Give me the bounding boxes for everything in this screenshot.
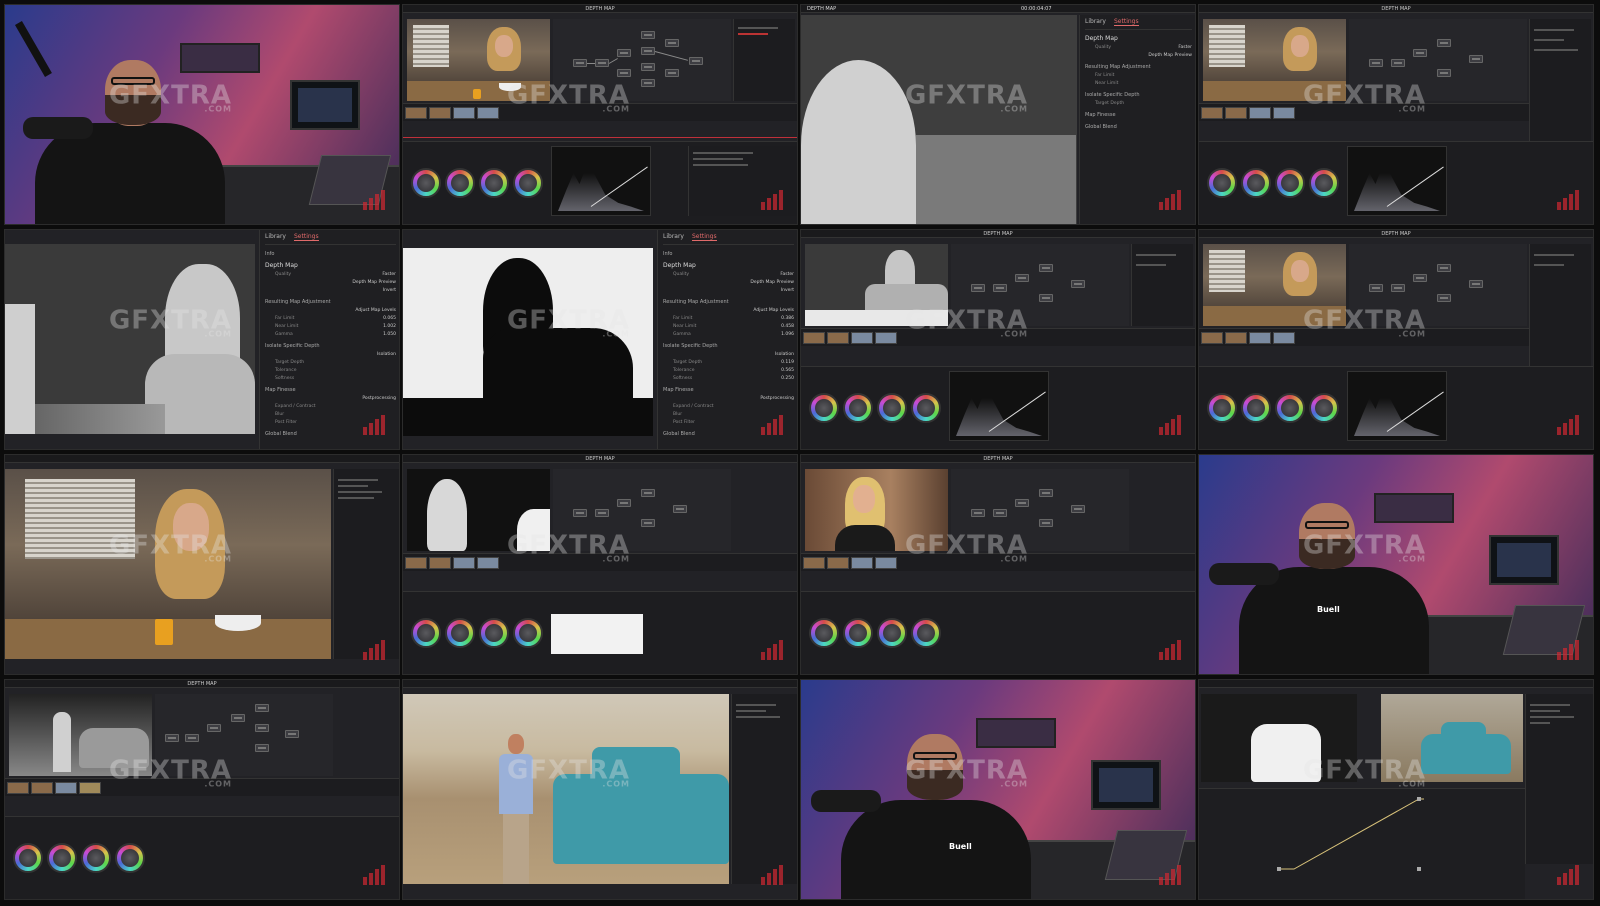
- corner-logo-icon: [761, 865, 783, 885]
- man-figure: [499, 734, 533, 884]
- viewer-kitchen[interactable]: [1203, 19, 1346, 101]
- teal-car: [553, 747, 729, 864]
- color-wheels[interactable]: [5, 816, 399, 899]
- glasses: [111, 77, 155, 85]
- depth-settings-tile-3: DEPTH MAP 00:00:04:07 Library Settings De…: [800, 4, 1196, 225]
- clip-strip[interactable]: [801, 553, 1195, 571]
- video-contact-sheet: GFXTRA .COM DEPTH MAP GFXTRA .COM DEPTH …: [4, 4, 1594, 900]
- fusion-tile-16: GFXTRA .COM: [1198, 679, 1594, 900]
- resolve-color-tile-7: DEPTH MAP GFXTRA .COM: [800, 229, 1196, 450]
- depth-settings-tile-5: Library Settings Info Depth Map Quality Fa…: [4, 229, 400, 450]
- node-graph[interactable]: [951, 469, 1129, 551]
- node-graph[interactable]: [951, 244, 1129, 326]
- big-viewer-tile-9: GFXTRA .COM: [4, 454, 400, 675]
- big-viewer-tile-14: GFXTRA .COM: [402, 679, 798, 900]
- background-monitor: [290, 80, 360, 130]
- corner-logo-icon: [1557, 640, 1579, 660]
- clip-strip[interactable]: [403, 553, 797, 571]
- matte-preview: [551, 614, 643, 654]
- depth-settings-tile-6: Library Settings Info Depth Map Quality Fa…: [402, 229, 798, 450]
- depth-viewer[interactable]: [5, 244, 255, 434]
- corner-logo-icon: [363, 865, 385, 885]
- corner-logo-icon: [761, 190, 783, 210]
- resolve-color-tile-2: DEPTH MAP GFXTRA .COM: [402, 4, 798, 225]
- corner-logo-icon: [363, 190, 385, 210]
- clip-strip[interactable]: [801, 328, 1195, 346]
- viewer-kitchen-large[interactable]: [5, 469, 331, 659]
- resolve-topbar: DEPTH MAP 00:00:04:07: [801, 5, 1195, 13]
- corner-logo-icon: [363, 640, 385, 660]
- webcam-tile-12: Buell GFXTRA .COM: [1198, 454, 1594, 675]
- viewer-desert[interactable]: [403, 694, 729, 884]
- color-wheels[interactable]: [801, 591, 1195, 674]
- resolve-color-tile-10: DEPTH MAP GFXTRA .COM: [402, 454, 798, 675]
- resolve-color-tile-8: DEPTH MAP GFXTRA .COM: [1198, 229, 1594, 450]
- corner-logo-icon: [1557, 415, 1579, 435]
- depth-viewer[interactable]: [801, 15, 1077, 224]
- webcam-tile-15: Buell GFXTRA .COM: [800, 679, 1196, 900]
- color-wheels[interactable]: [403, 591, 797, 674]
- color-wheels[interactable]: [403, 141, 797, 224]
- inspector-panel: [1529, 19, 1591, 159]
- shirt-logo: Buell: [949, 842, 972, 851]
- resolve-color-tile-11: DEPTH MAP GFXTRA .COM: [800, 454, 1196, 675]
- corner-logo-icon: [363, 415, 385, 435]
- corner-logo-icon: [1159, 865, 1181, 885]
- depth-viewer-left[interactable]: [1201, 694, 1357, 782]
- shirt-logo: Buell: [1317, 605, 1340, 614]
- microphone: [23, 117, 93, 139]
- resolve-color-tile-4: DEPTH MAP GFXTRA .COM: [1198, 4, 1594, 225]
- resolve-color-tile-13: DEPTH MAP GFXTRA .COM: [4, 679, 400, 900]
- resolve-topbar: DEPTH MAP: [403, 5, 797, 13]
- corner-logo-icon: [1159, 640, 1181, 660]
- histogram-scope: [551, 146, 651, 216]
- clip-strip[interactable]: [1199, 328, 1529, 346]
- webcam-tile-1: GFXTRA .COM: [4, 4, 400, 225]
- corner-logo-icon: [761, 415, 783, 435]
- node-graph[interactable]: [553, 19, 731, 101]
- corner-logo-icon: [1557, 190, 1579, 210]
- viewer-blonde[interactable]: [805, 469, 948, 551]
- clip-strip[interactable]: [5, 778, 399, 796]
- mask-viewer[interactable]: [403, 248, 653, 436]
- wall-art: [180, 43, 260, 73]
- mask-viewer[interactable]: [407, 469, 550, 551]
- depth-viewer[interactable]: [805, 244, 948, 326]
- clip-strip[interactable]: [403, 103, 797, 121]
- node-graph[interactable]: [1349, 244, 1527, 326]
- color-wheels[interactable]: [801, 366, 1195, 449]
- color-wheels[interactable]: [1199, 141, 1593, 224]
- node-graph[interactable]: [155, 694, 333, 776]
- corner-logo-icon: [1159, 415, 1181, 435]
- corner-logo-icon: [1557, 865, 1579, 885]
- corner-logo-icon: [761, 640, 783, 660]
- viewer-kitchen[interactable]: [1203, 244, 1346, 326]
- clip-strip[interactable]: [1199, 103, 1529, 121]
- viewer-kitchen[interactable]: [407, 19, 550, 101]
- car-viewer-right[interactable]: [1381, 694, 1523, 782]
- curve-editor[interactable]: [1199, 788, 1525, 899]
- node-graph[interactable]: [1349, 19, 1527, 101]
- node-graph[interactable]: [553, 469, 731, 551]
- mic-arm: [15, 21, 52, 77]
- color-wheels[interactable]: [1199, 366, 1593, 449]
- person-beard: [105, 95, 161, 125]
- depth-viewer[interactable]: [9, 694, 152, 776]
- corner-logo-icon: [1159, 190, 1181, 210]
- inspector-panel: [733, 19, 795, 101]
